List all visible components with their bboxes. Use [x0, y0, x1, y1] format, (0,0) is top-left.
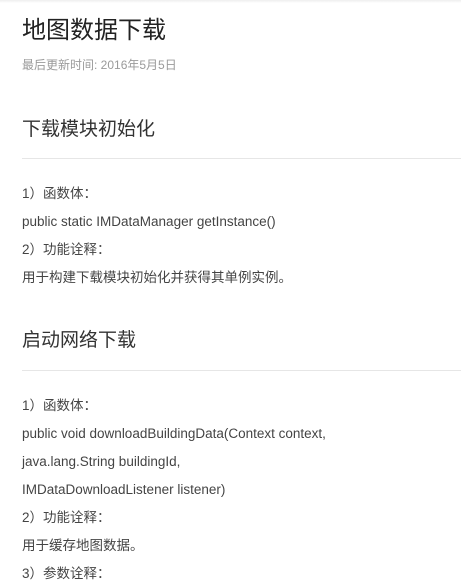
page-title: 地图数据下载	[22, 17, 166, 44]
section-title-download: 启动网络下载	[22, 330, 137, 351]
function-description: 用于缓存地图数据。	[22, 538, 144, 553]
function-description-label: 2）功能诠释：	[22, 510, 111, 525]
section-divider	[22, 158, 461, 159]
function-signature-param: IMDataDownloadListener listener)	[22, 482, 226, 497]
function-signature-param: java.lang.String buildingId,	[22, 454, 181, 469]
function-body-label: 1）函数体：	[22, 186, 98, 201]
function-signature: public void downloadBuildingData(Context…	[22, 426, 326, 441]
function-description: 用于构建下载模块初始化并获得其单例实例。	[22, 270, 292, 285]
section-divider	[22, 370, 461, 371]
function-signature: public static IMDataManager getInstance(…	[22, 214, 276, 229]
parameter-description-label: 3）参数诠释：	[22, 566, 111, 581]
function-description-label: 2）功能诠释：	[22, 242, 111, 257]
last-updated-date: 最后更新时间: 2016年5月5日	[22, 58, 177, 72]
function-body-label: 1）函数体：	[22, 398, 98, 413]
top-border	[0, 0, 461, 3]
section-title-init: 下载模块初始化	[22, 119, 156, 140]
